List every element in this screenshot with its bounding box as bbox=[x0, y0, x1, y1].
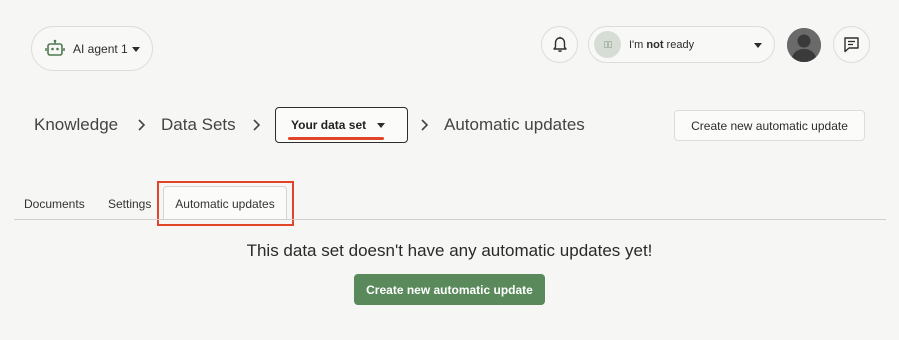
chat-button[interactable] bbox=[833, 26, 870, 63]
availability-label: I'm not ready bbox=[629, 39, 694, 51]
create-automatic-update-button[interactable]: Create new automatic update bbox=[354, 274, 545, 305]
tab-documents[interactable]: Documents bbox=[24, 197, 85, 211]
notifications-button[interactable] bbox=[541, 26, 578, 63]
chevron-right-icon bbox=[421, 119, 429, 131]
user-avatar-icon bbox=[787, 28, 821, 62]
breadcrumb-current: Automatic updates bbox=[444, 115, 585, 134]
dataset-selector-label: Your data set bbox=[291, 118, 367, 132]
breadcrumb-data-sets[interactable]: Data Sets bbox=[161, 115, 236, 135]
agent-selector[interactable]: AI agent 1 bbox=[31, 26, 153, 71]
chat-icon bbox=[844, 37, 859, 53]
tab-automatic-updates[interactable]: Automatic updates bbox=[163, 186, 287, 220]
tab-divider bbox=[14, 219, 886, 220]
avatar[interactable] bbox=[787, 28, 821, 62]
caret-down-icon bbox=[754, 43, 762, 48]
robot-icon bbox=[45, 39, 65, 56]
bell-icon bbox=[552, 36, 567, 52]
chevron-right-icon bbox=[138, 119, 146, 131]
create-automatic-update-button-top[interactable]: Create new automatic update bbox=[674, 110, 865, 141]
highlight-underline bbox=[288, 137, 384, 140]
caret-down-icon bbox=[377, 123, 385, 128]
availability-selector[interactable]: ▯▯ I'm not ready bbox=[588, 26, 775, 63]
agent-selector-label: AI agent 1 bbox=[73, 41, 128, 56]
status-prefix: I'm bbox=[629, 38, 647, 51]
chevron-right-icon bbox=[253, 119, 261, 131]
tab-settings[interactable]: Settings bbox=[108, 197, 151, 211]
caret-down-icon bbox=[132, 47, 140, 52]
empty-state-message: This data set doesn't have any automatic… bbox=[246, 241, 653, 260]
status-suffix: ready bbox=[663, 38, 695, 51]
status-bold: not bbox=[646, 38, 664, 51]
breadcrumb-knowledge[interactable]: Knowledge bbox=[34, 115, 118, 135]
status-indicator: ▯▯ bbox=[594, 31, 621, 58]
